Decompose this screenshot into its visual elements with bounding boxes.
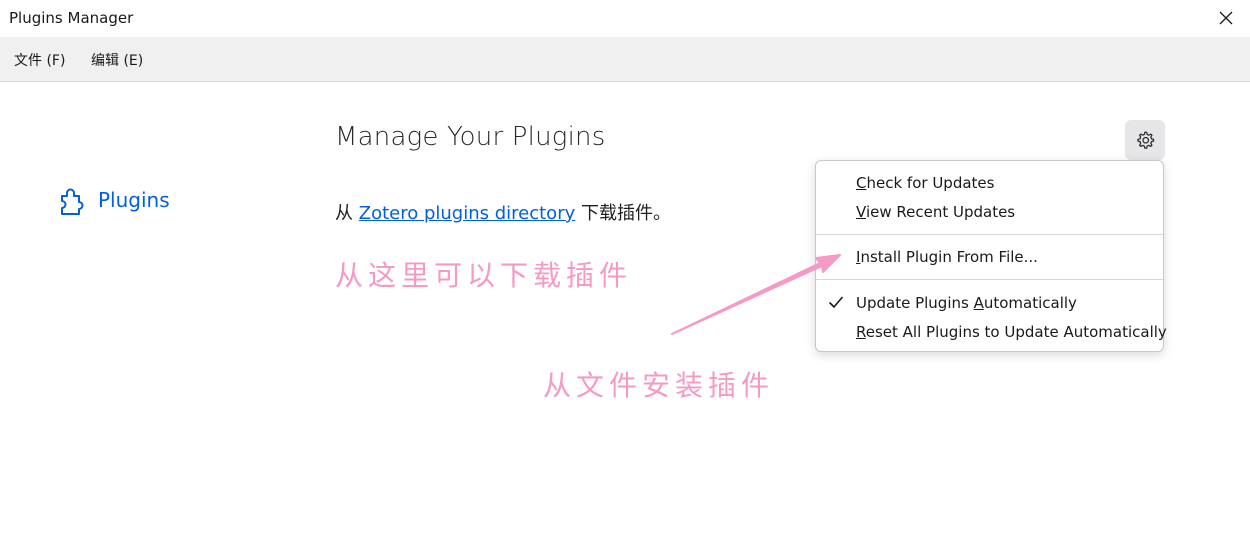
close-button[interactable]: [1216, 8, 1236, 28]
plugins-directory-text: 从 Zotero plugins directory 下载插件。: [335, 199, 671, 225]
checkmark-icon: [828, 296, 844, 309]
gear-popup-menu: Check for Updates View Recent Updates In…: [815, 160, 1167, 352]
view-recent-updates-item[interactable]: View Recent Updates: [856, 203, 1015, 221]
menu-item-label: Check for Updates: [856, 174, 995, 192]
sidebar-item-plugins[interactable]: Plugins: [58, 184, 170, 216]
menu-bar: 文件 (F) 编辑 (E): [0, 37, 1250, 82]
annotation-install-from-file: 从文件安装插件: [543, 369, 775, 402]
menu-separator: [816, 234, 1163, 235]
desc-prefix: 从: [335, 203, 359, 224]
menu-item-label: Update Plugins Automatically: [856, 294, 1077, 312]
sidebar-item-label: Plugins: [98, 188, 170, 212]
check-for-updates-item[interactable]: Check for Updates: [856, 174, 994, 192]
update-plugins-automatically-item[interactable]: Update Plugins Automatically: [856, 294, 1077, 312]
puzzle-piece-icon: [61, 188, 84, 215]
desc-suffix: 下载插件。: [575, 203, 671, 224]
menu-separator: [816, 279, 1163, 280]
menu-item-label: Reset All Plugins to Update Automaticall…: [856, 323, 1167, 341]
plugins-directory-link[interactable]: Zotero plugins directory: [359, 203, 576, 224]
menu-item-label: View Recent Updates: [856, 203, 1016, 221]
menu-edit[interactable]: 编辑 (E): [91, 50, 143, 70]
title-bar: Plugins Manager: [0, 0, 1250, 37]
menu-file[interactable]: 文件 (F): [14, 50, 65, 70]
menu-item-label: Install Plugin From File...: [856, 248, 1038, 266]
close-icon: [1219, 11, 1233, 25]
page-title: Manage Your Plugins: [335, 122, 606, 152]
annotation-download-here: 从这里可以下载插件: [335, 259, 633, 292]
gear-menu-button[interactable]: [1125, 120, 1165, 160]
install-plugin-from-file-item[interactable]: Install Plugin From File...: [856, 248, 1038, 266]
window-title: Plugins Manager: [9, 9, 134, 27]
reset-all-plugins-item[interactable]: Reset All Plugins to Update Automaticall…: [856, 323, 1167, 341]
gear-icon: [1137, 131, 1155, 149]
